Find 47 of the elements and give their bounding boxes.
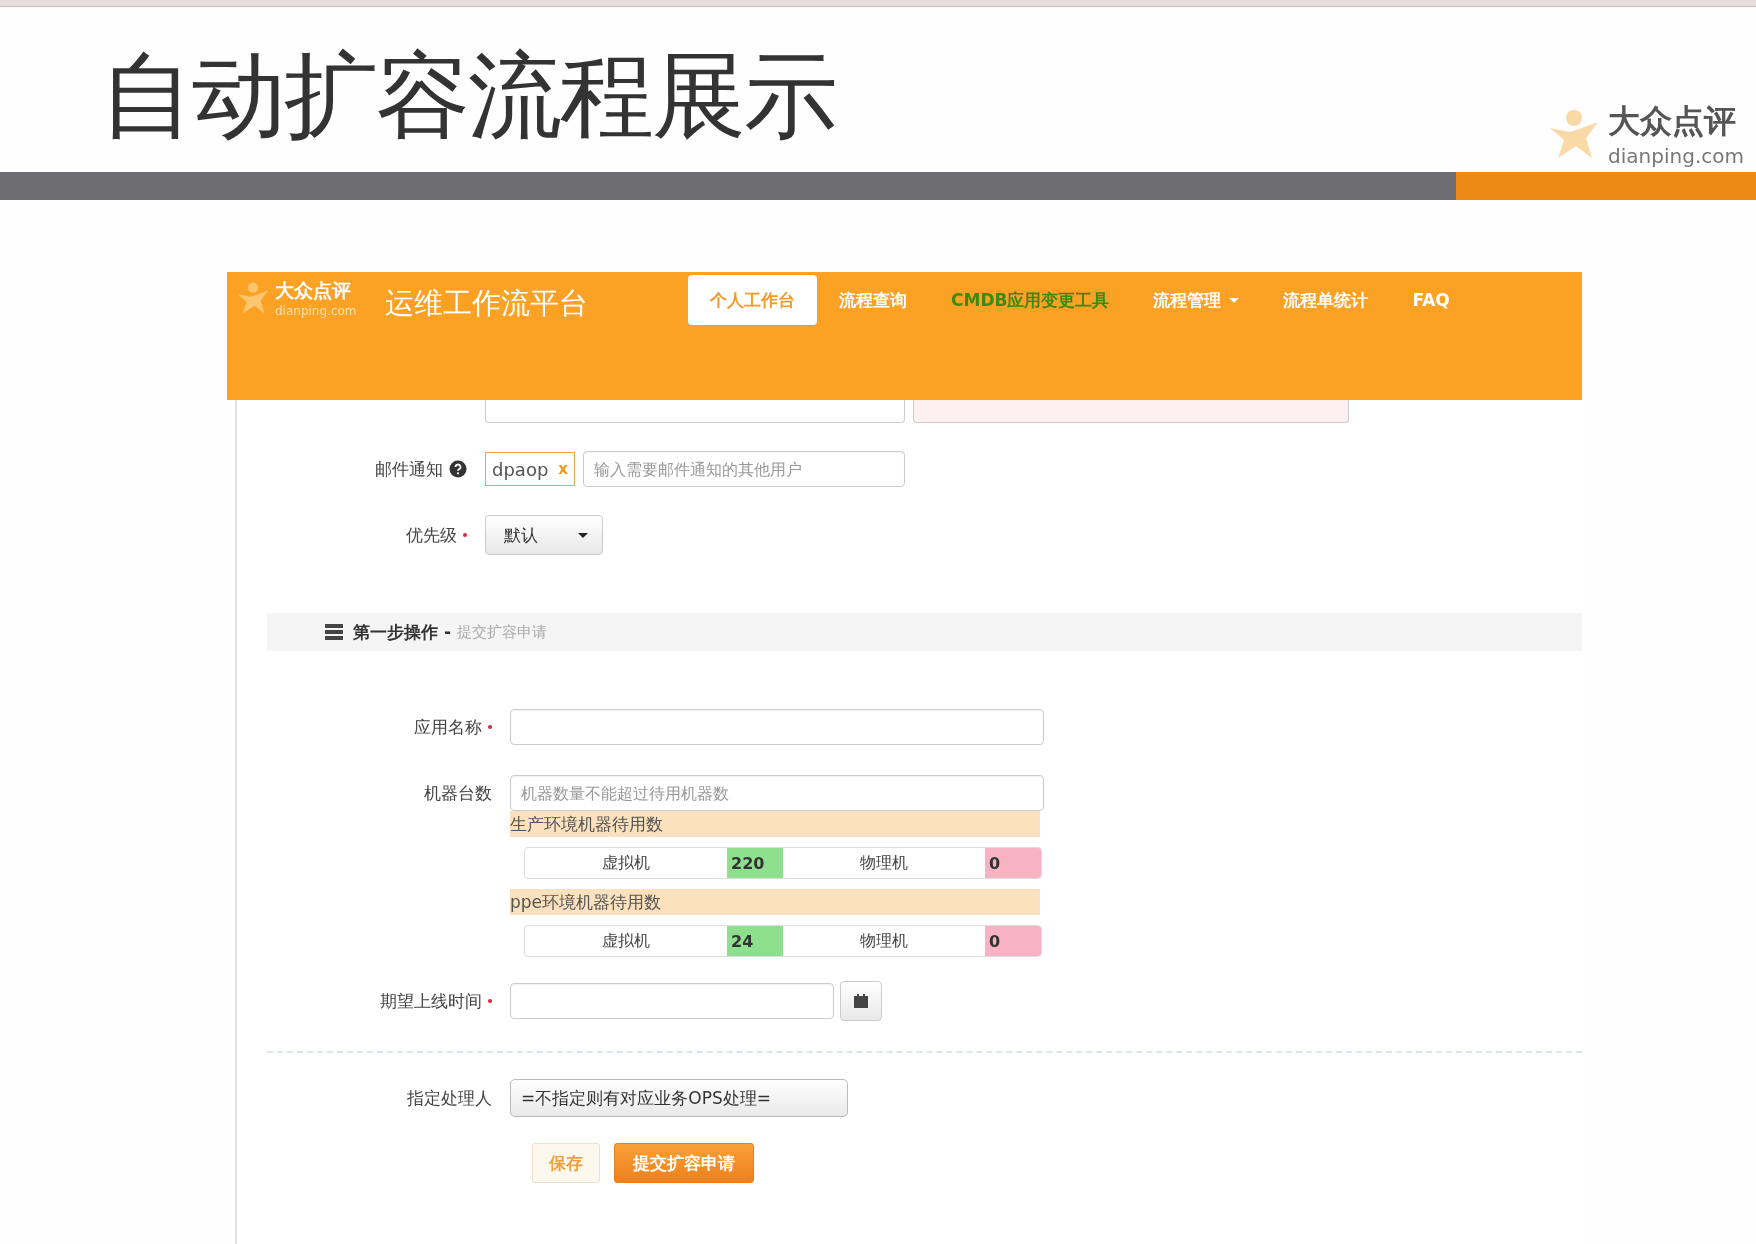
field-label: 应用名称: [267, 715, 510, 739]
save-button[interactable]: 保存: [532, 1143, 600, 1183]
nav-tab[interactable]: FAQ: [1390, 275, 1472, 325]
machine-count: 24: [727, 926, 783, 956]
logo-name: 大众点评: [1608, 101, 1738, 142]
pool-header: ppe环境机器待用数: [510, 889, 1040, 915]
launch-time-field[interactable]: [510, 983, 834, 1019]
section-subtitle: 提交扩容申请: [457, 622, 547, 642]
slide-title: 自动扩容流程展示: [100, 40, 836, 152]
field-label: 邮件通知: [375, 457, 443, 481]
nav-tab[interactable]: 流程单统计: [1261, 275, 1391, 325]
machine-count: 0: [985, 848, 1041, 878]
logo-name: 大众点评: [275, 278, 352, 303]
calendar-button[interactable]: [840, 981, 882, 1021]
submit-button[interactable]: 提交扩容申请: [614, 1143, 754, 1183]
nav-tab[interactable]: 流程管理: [1131, 275, 1262, 325]
help-icon: [449, 460, 467, 478]
field-label: 期望上线时间: [267, 989, 510, 1013]
calendar-icon: [853, 993, 869, 1009]
logo-domain: dianping.com: [275, 304, 357, 318]
machine-count-field[interactable]: 机器数量不能超过待用机器数: [510, 775, 1044, 811]
machine-count: 0: [985, 926, 1041, 956]
machine-type: 物理机: [859, 929, 909, 952]
caret-icon: [578, 532, 588, 538]
logo-domain: dianping.com: [1608, 144, 1744, 168]
machine-type: 虚拟机: [601, 929, 651, 952]
assignee-select[interactable]: =不指定则有对应业务OPS处理=: [510, 1079, 848, 1117]
tag-text: dpaop: [492, 458, 549, 480]
nav-tab[interactable]: 流程查询: [817, 275, 929, 325]
field-label: 优先级: [267, 523, 485, 547]
remove-tag-button[interactable]: x: [558, 460, 568, 478]
priority-select[interactable]: 默认: [485, 515, 603, 555]
machine-count: 220: [727, 848, 783, 878]
nav-tab[interactable]: CMDB应用变更工具: [929, 275, 1132, 325]
caret-icon: [1229, 297, 1240, 303]
section-title: 第一步操作 -: [353, 620, 451, 644]
app-name-field[interactable]: [510, 709, 1044, 745]
nav-tab[interactable]: 个人工作台: [688, 275, 817, 325]
field-label: 指定处理人: [406, 1086, 493, 1110]
machine-type: 虚拟机: [601, 851, 651, 874]
machine-type: 物理机: [859, 851, 909, 874]
field-label: 机器台数: [423, 781, 493, 805]
mail-user-field[interactable]: 输入需要邮件通知的其他用户: [583, 451, 905, 487]
app-title: 运维工作流平台: [385, 285, 588, 322]
pool-header: 生产环境机器待用数: [510, 811, 1040, 837]
list-icon: [325, 624, 343, 640]
title-field[interactable]: [485, 400, 905, 423]
